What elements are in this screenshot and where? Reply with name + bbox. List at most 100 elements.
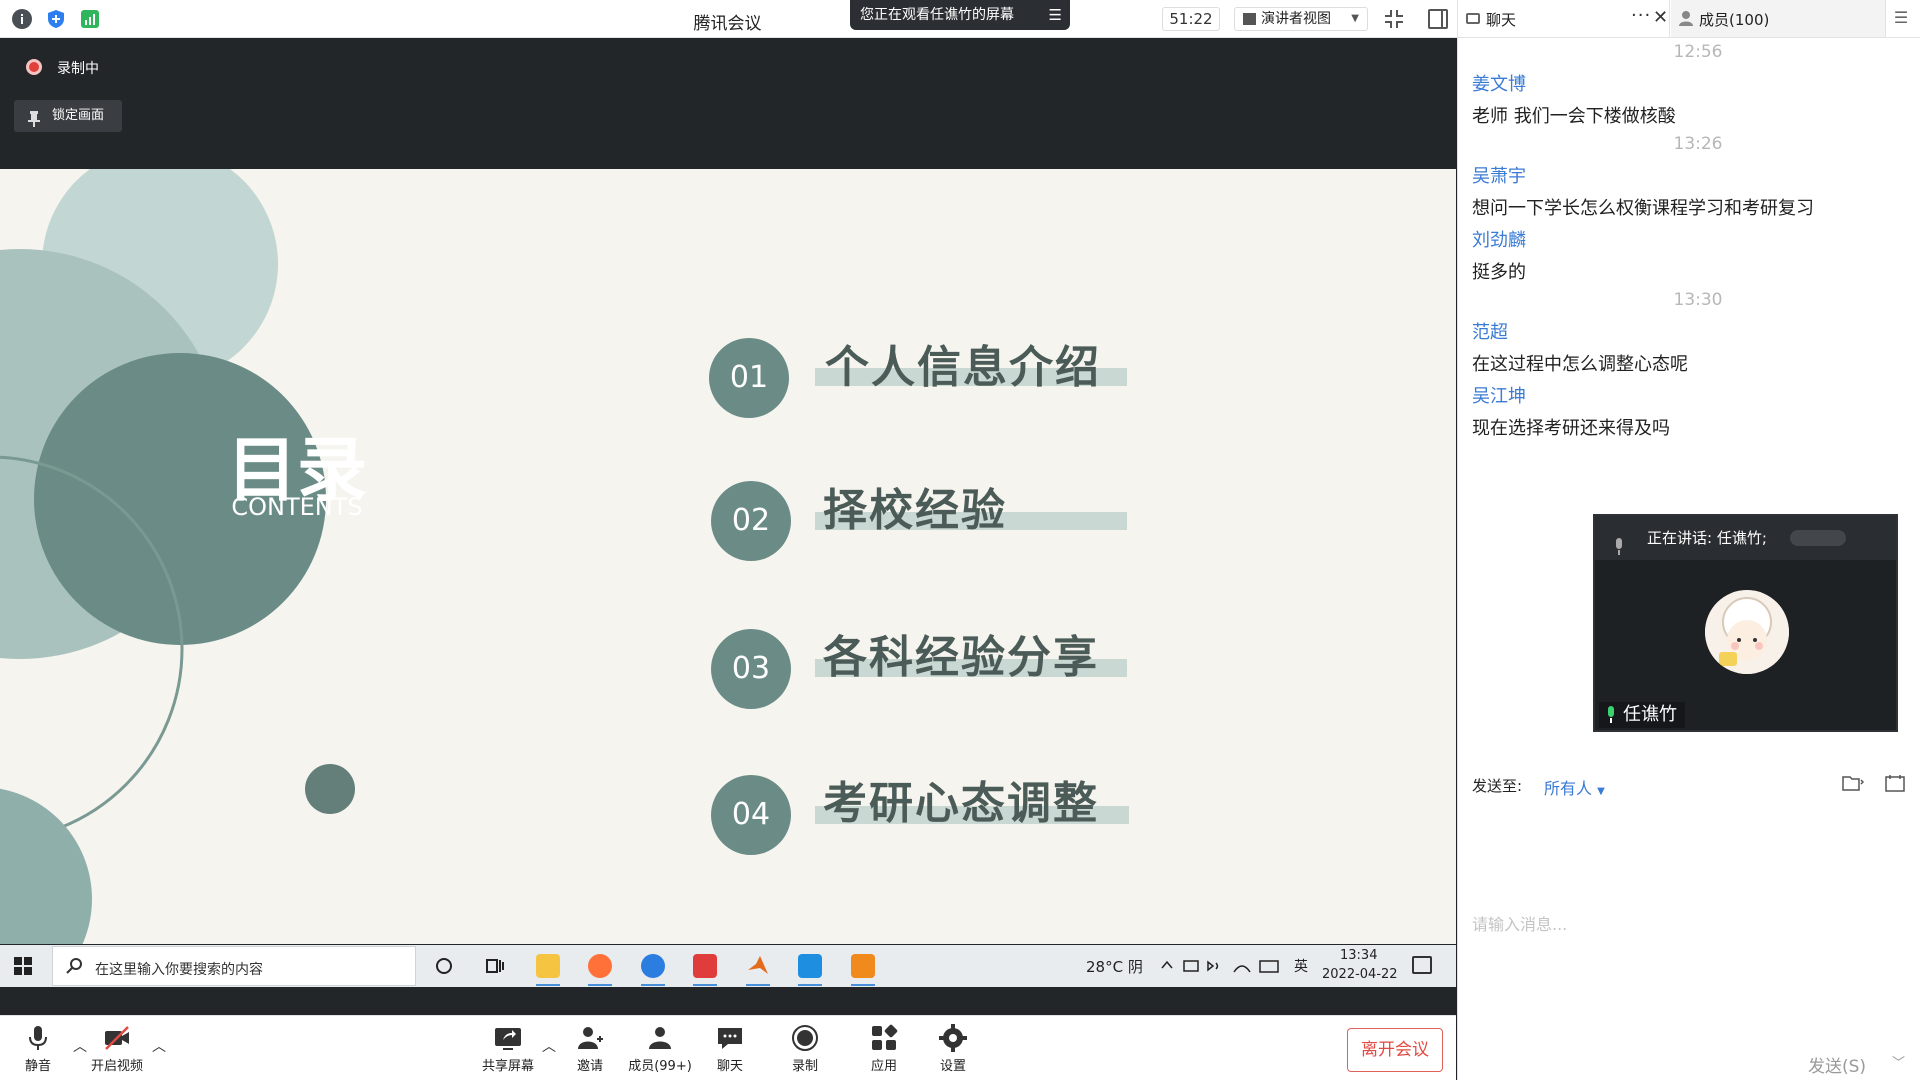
tab-chat[interactable]: 聊天 ··· ✕	[1457, 0, 1670, 37]
lock-view-button[interactable]: 锁定画面	[14, 100, 122, 132]
gear-icon	[939, 1024, 967, 1052]
chat-message-input[interactable]	[1472, 804, 1902, 1044]
leave-meeting-button[interactable]: 离开会议	[1347, 1028, 1443, 1072]
share-screen-button[interactable]: 共享屏幕	[473, 1024, 543, 1074]
record-label: 录制	[791, 1059, 818, 1074]
start-video-label: 开启视频	[90, 1059, 143, 1074]
send-to-value: 所有人	[1544, 779, 1593, 798]
speaker-name-tag: 任谯竹	[1599, 702, 1685, 728]
chat-message: 挺多的	[1472, 262, 1526, 283]
chevron-down-icon: ▼	[1351, 13, 1359, 24]
chat-message: 现在选择考研还来得及吗	[1472, 418, 1670, 439]
item-number: 01	[709, 338, 789, 418]
members-icon	[646, 1024, 674, 1052]
chat-sender[interactable]: 吴江坤	[1472, 382, 1526, 408]
speaking-now-label: 正在讲话: 任谯竹;	[1647, 529, 1767, 547]
members-button[interactable]: 成员(99+)	[625, 1024, 695, 1074]
view-mode-label: 演讲者视图	[1261, 11, 1331, 27]
photos-app-icon[interactable]	[798, 954, 822, 986]
settings-label: 设置	[939, 1059, 966, 1074]
view-mode-dropdown[interactable]: 演讲者视图 ▼	[1234, 7, 1368, 31]
share-screen-label: 共享屏幕	[481, 1059, 534, 1074]
chat-timestamp: 13:30	[1673, 290, 1723, 310]
panel-menu-icon[interactable]: ☰	[1888, 8, 1914, 27]
info-icon[interactable]	[12, 9, 32, 29]
matlab-icon[interactable]	[746, 954, 770, 986]
input-language[interactable]: 英	[1294, 956, 1308, 976]
lock-view-label: 锁定画面	[52, 108, 105, 123]
microphone-icon	[24, 1024, 52, 1052]
share-screen-icon	[494, 1024, 522, 1052]
send-options-chevron-icon[interactable]: ﹀	[1892, 1052, 1905, 1071]
browser-app-icon[interactable]	[641, 954, 665, 986]
apps-button[interactable]: 应用	[849, 1024, 919, 1074]
layout-icon	[1243, 13, 1256, 25]
settings-button[interactable]: 设置	[918, 1024, 988, 1074]
cortana-icon[interactable]	[432, 954, 456, 978]
chat-bubble-icon	[716, 1024, 744, 1052]
exit-fullscreen-icon[interactable]	[1384, 9, 1404, 29]
windows-start-icon[interactable]	[14, 957, 32, 975]
taskbar-search-text: 在这里输入你要搜索的内容	[95, 962, 263, 978]
chat-timestamp: 12:56	[1673, 42, 1723, 62]
chat-message: 老师 我们一会下楼做核酸	[1472, 106, 1676, 127]
send-to-label: 发送至:	[1472, 777, 1523, 795]
item-title: 个人信息介绍	[825, 342, 1101, 393]
start-video-button[interactable]: 开启视频	[82, 1024, 152, 1074]
screen-share-notice-text: 您正在观看任谯竹的屏幕	[860, 7, 1014, 23]
share-menu-icon[interactable]: ☰	[1049, 0, 1062, 30]
share-options-chevron-icon[interactable]: ︿	[542, 1036, 556, 1056]
system-tray-icons[interactable]	[1160, 954, 1280, 978]
announcement-icon[interactable]	[1884, 774, 1906, 792]
blurred-name	[1790, 530, 1846, 546]
record-button[interactable]: 录制	[770, 1024, 840, 1074]
send-to-dropdown[interactable]: 所有人 ▼	[1544, 775, 1605, 799]
mute-button[interactable]: 静音	[3, 1024, 73, 1074]
send-button[interactable]: 发送(S)	[1808, 1052, 1866, 1077]
chat-timestamp: 13:26	[1673, 134, 1723, 154]
tab-members[interactable]: 成员(100)	[1671, 0, 1886, 37]
pin-icon	[28, 108, 40, 127]
notification-icon[interactable]	[1412, 956, 1432, 974]
task-view-icon[interactable]	[483, 954, 507, 978]
app-title: 腾讯会议	[693, 14, 762, 34]
chat-message: 想问一下学长怎么权衡课程学习和考研复习	[1472, 198, 1814, 219]
chat-sender[interactable]: 吴萧宇	[1472, 162, 1526, 188]
os-taskbar: 在这里输入你要搜索的内容 28°C 阴 英 13:34 2022-04-22	[0, 945, 1456, 987]
file-explorer-icon[interactable]	[536, 954, 560, 986]
firefox-icon[interactable]	[588, 954, 612, 986]
item-title: 考研心态调整	[823, 778, 1099, 829]
file-icon[interactable]	[1842, 774, 1865, 792]
chat-sender[interactable]: 刘劲麟	[1472, 226, 1526, 252]
meeting-timer: 51:22	[1162, 7, 1220, 31]
sidebar-toggle-icon[interactable]	[1428, 9, 1448, 29]
search-icon	[65, 957, 83, 975]
close-icon[interactable]: ✕	[1653, 7, 1668, 28]
chat-icon	[1466, 13, 1480, 24]
taskbar-search[interactable]: 在这里输入你要搜索的内容	[52, 946, 416, 986]
chat-sender[interactable]: 范超	[1472, 318, 1508, 344]
taskbar-weather[interactable]: 28°C 阴	[1086, 956, 1143, 977]
tab-chat-label: 聊天	[1486, 11, 1517, 29]
apps-grid-icon	[870, 1024, 898, 1052]
avatar	[1705, 590, 1789, 674]
video-off-icon	[103, 1024, 131, 1052]
item-title: 各科经验分享	[823, 632, 1099, 683]
invite-button[interactable]: 邀请	[555, 1024, 625, 1074]
active-speaker-window[interactable]: 正在讲话: 任谯竹; 任谯竹	[1593, 514, 1898, 732]
media-player-icon[interactable]	[851, 954, 875, 986]
chat-button[interactable]: 聊天	[695, 1024, 765, 1074]
network-signal-icon[interactable]	[80, 9, 100, 29]
caret-down-icon: ▼	[1597, 786, 1605, 797]
video-options-chevron-icon[interactable]: ︿	[152, 1036, 166, 1056]
shared-screen-area: 录制中 锁定画面 目录 CONTENTS 01 个人信息介绍 02 择校经验 0…	[0, 38, 1456, 1015]
mute-label: 静音	[24, 1059, 51, 1074]
chat-label: 聊天	[716, 1059, 743, 1074]
chat-sender[interactable]: 姜文博	[1472, 70, 1526, 96]
security-shield-icon[interactable]	[46, 9, 66, 29]
screen-share-notice[interactable]: 您正在观看任谯竹的屏幕 ☰	[850, 0, 1070, 30]
speaker-name: 任谯竹	[1623, 704, 1677, 725]
wps-office-icon[interactable]	[693, 954, 717, 986]
more-options-icon[interactable]: ···	[1631, 5, 1651, 26]
member-icon	[1679, 10, 1693, 26]
